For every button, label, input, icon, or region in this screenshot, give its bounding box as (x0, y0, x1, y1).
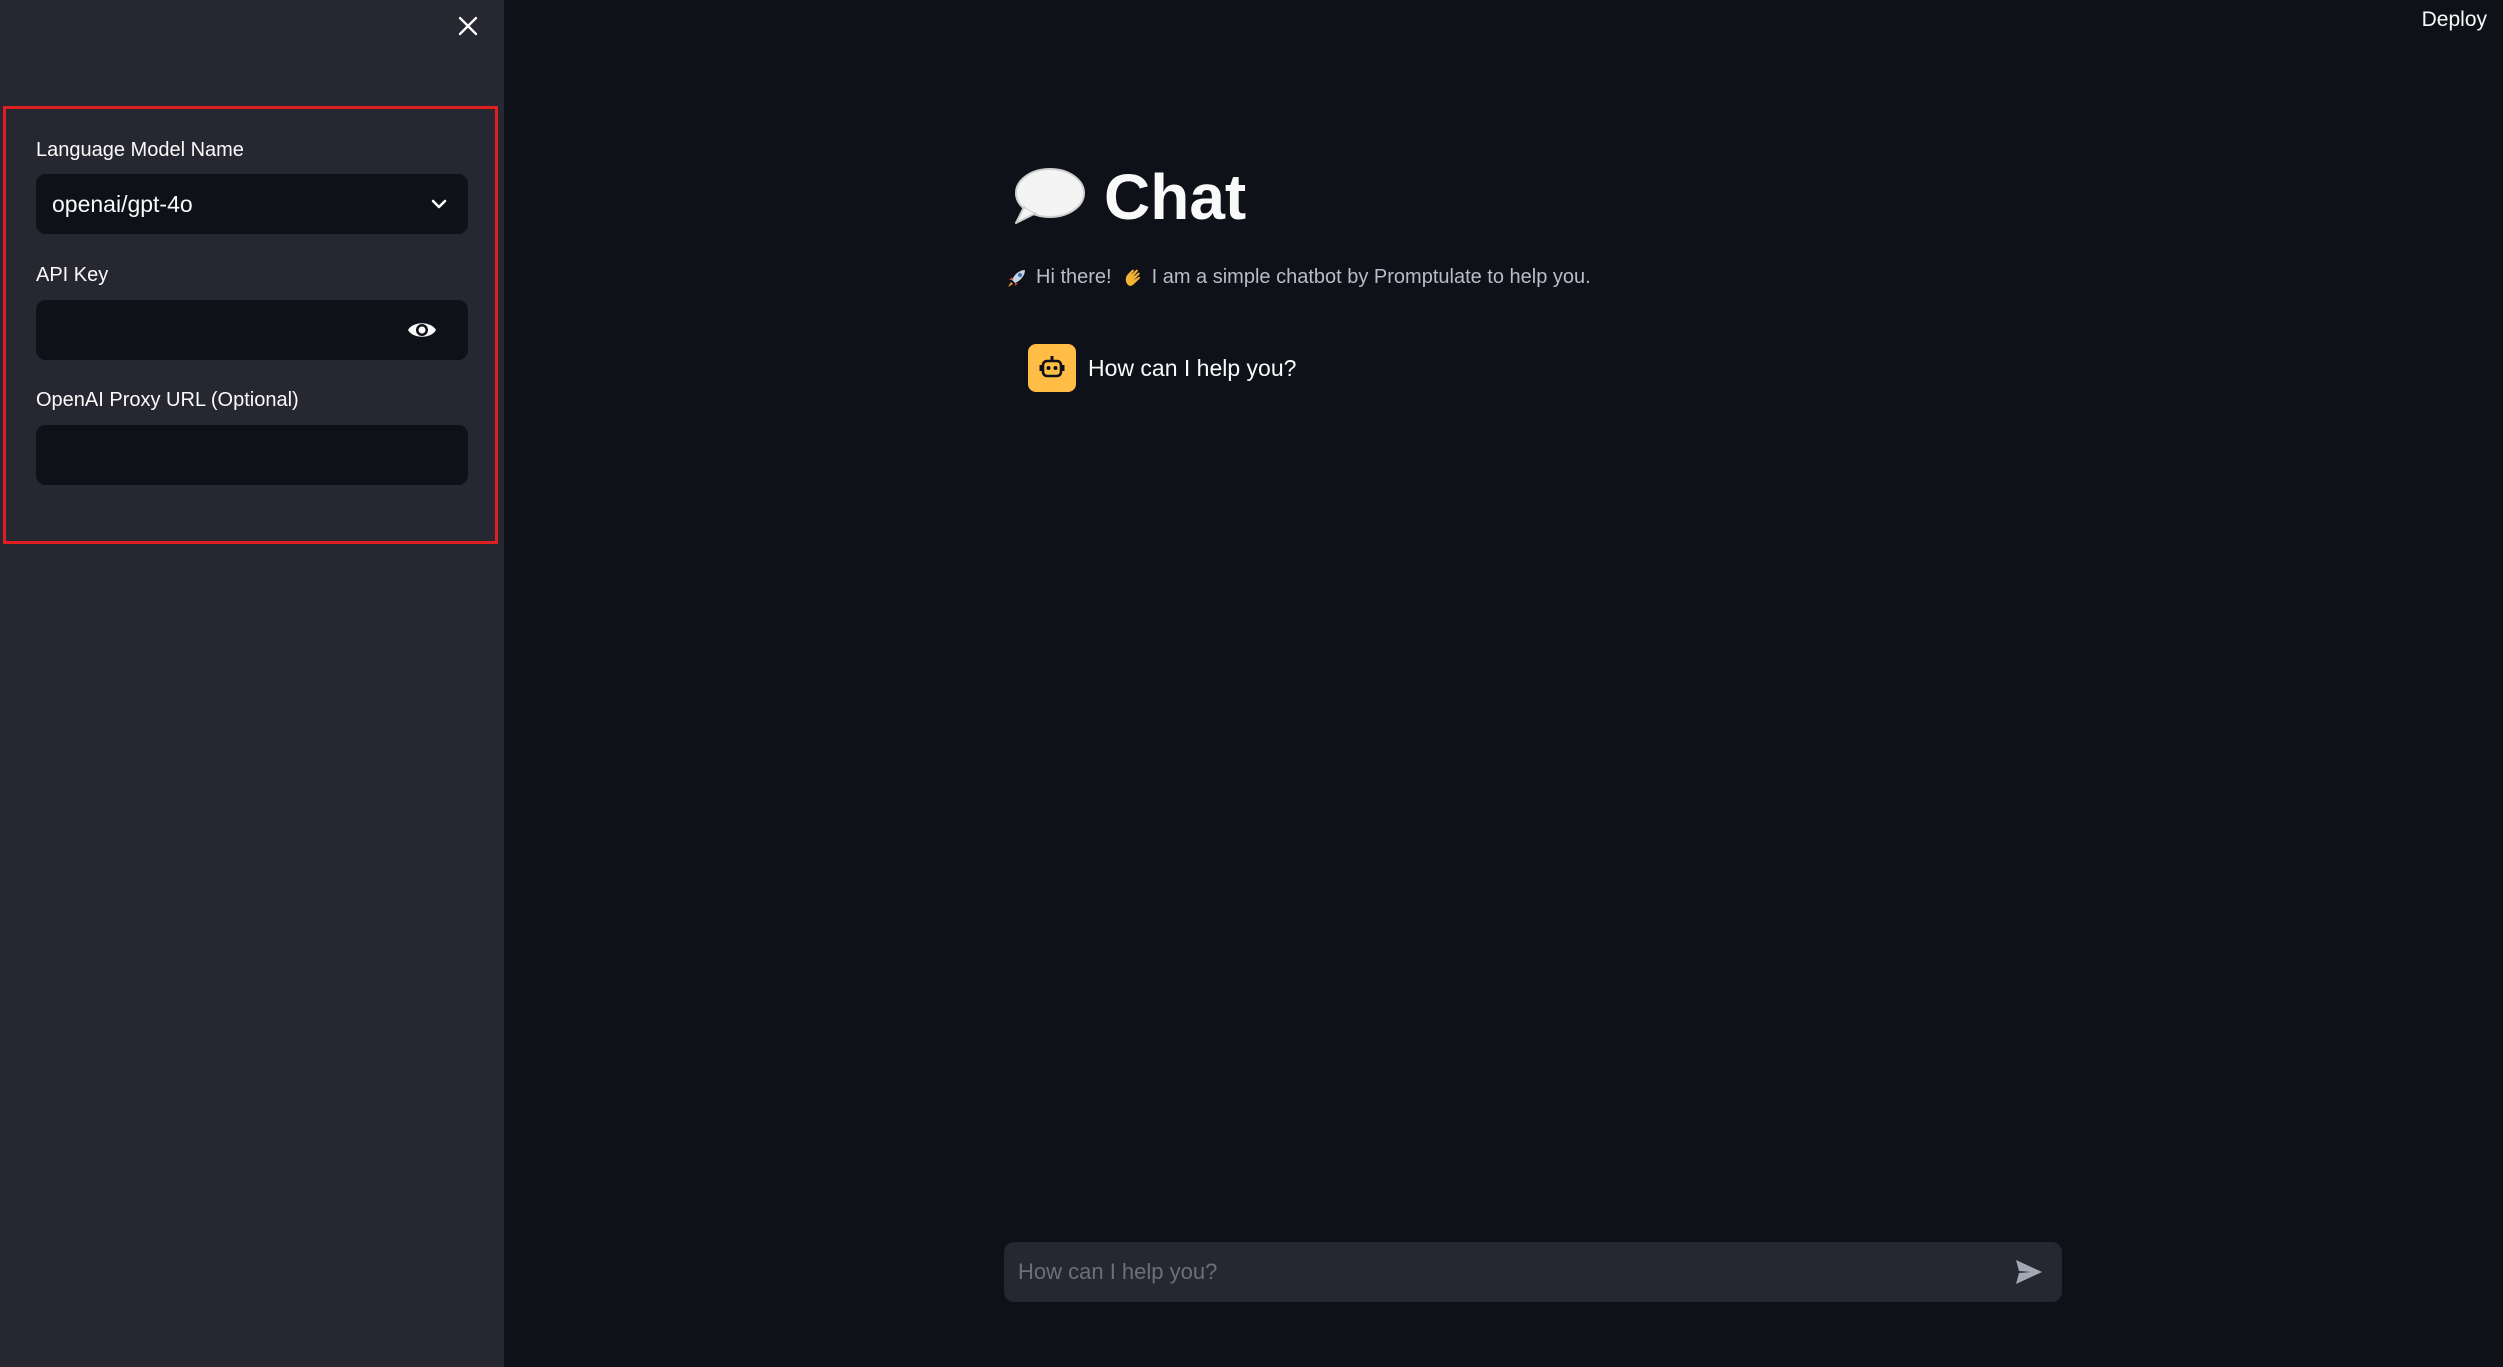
rocket-icon (1008, 269, 1025, 287)
sidebar: Language Model Name openai/gpt-4o API Ke… (0, 0, 504, 1367)
app-window: Language Model Name openai/gpt-4o API Ke… (0, 0, 2503, 1367)
api-key-label: API Key (36, 264, 109, 286)
model-name-select[interactable]: openai/gpt-4o (36, 174, 468, 234)
message-text: How can I help you? (1088, 354, 1297, 381)
waving-hand-icon (1125, 269, 1140, 286)
model-name-label: Language Model Name (36, 139, 244, 161)
speech-bubble-icon (1015, 168, 1085, 224)
close-icon (458, 16, 478, 36)
proxy-url-label: OpenAI Proxy URL (Optional) (36, 389, 299, 411)
chevron-down-icon (431, 199, 447, 209)
api-key-field (36, 300, 468, 360)
chat-input-bar (1004, 1242, 2062, 1302)
send-icon[interactable] (2014, 1258, 2044, 1286)
avatar (1028, 344, 1076, 392)
eye-icon[interactable] (406, 315, 438, 345)
intro-text: Hi there! I am a simple chatbot by Promp… (1006, 266, 1591, 289)
page-title: Chat (1104, 161, 1247, 233)
model-name-value: openai/gpt-4o (52, 190, 193, 217)
robot-icon (1039, 356, 1065, 378)
chat-input[interactable] (1004, 1242, 1964, 1302)
deploy-button[interactable]: Deploy (2422, 8, 2487, 32)
intro-greeting: Hi there! (1036, 266, 1112, 288)
chat-message-assistant: How can I help you? (1028, 344, 1296, 392)
intro-description: I am a simple chatbot by Promptulate to … (1151, 266, 1591, 288)
proxy-url-field (36, 425, 468, 485)
api-key-input[interactable] (36, 300, 468, 360)
page-header: Chat (1010, 160, 1246, 234)
close-sidebar-button[interactable] (450, 8, 486, 44)
proxy-url-input[interactable] (36, 425, 468, 485)
